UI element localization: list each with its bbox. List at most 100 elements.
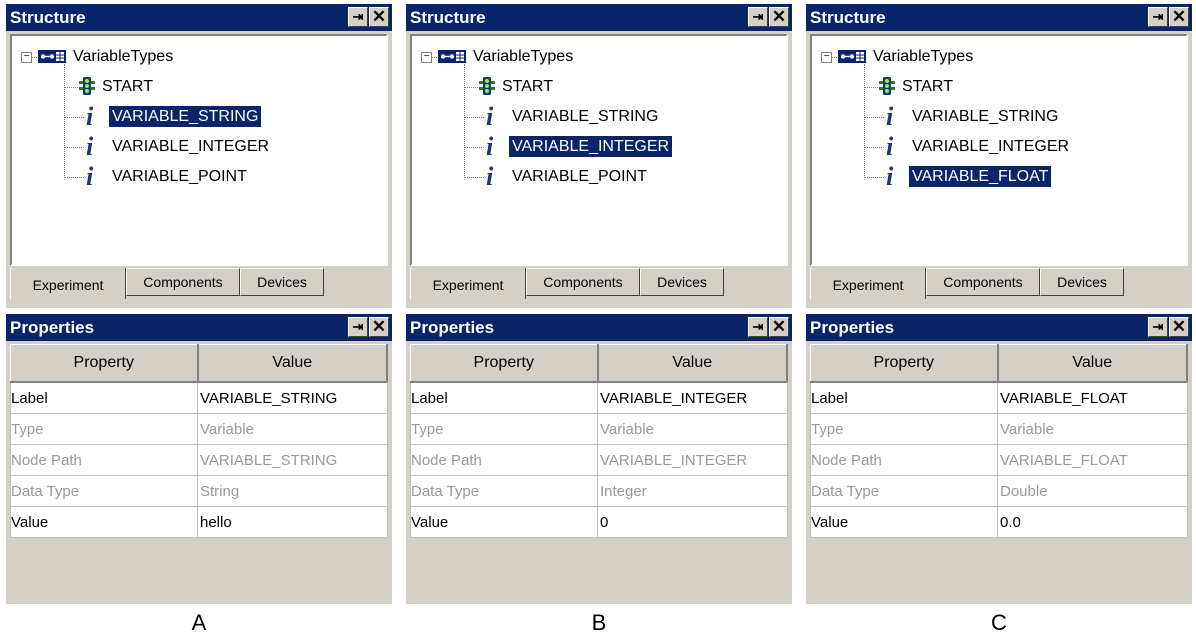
table-row[interactable]: Node Path VARIABLE_FLOAT [810, 444, 1188, 476]
property-value-cell[interactable]: hello [197, 506, 388, 538]
pin-icon[interactable]: ⇥ [348, 317, 368, 337]
properties-titlebar: Properties ⇥ ✕ [6, 314, 392, 341]
tree-node-start[interactable]: START [899, 74, 956, 100]
property-value-cell: Variable [597, 413, 788, 445]
structure-title: Structure [10, 8, 86, 27]
column-header-value[interactable]: Value [597, 344, 788, 383]
close-icon[interactable]: ✕ [1169, 317, 1189, 337]
close-icon[interactable]: ✕ [769, 7, 789, 27]
tree-node-variable[interactable]: VARIABLE_STRING [509, 104, 661, 130]
column-header-value[interactable]: Value [997, 344, 1188, 383]
column-header-property[interactable]: Property [10, 344, 199, 383]
tree-root-node[interactable]: VariableTypes [470, 44, 576, 70]
table-row[interactable]: Data Type Double [810, 475, 1188, 507]
pin-icon[interactable]: ⇥ [1148, 7, 1168, 27]
property-value-cell: Variable [197, 413, 388, 445]
variable-info-icon: i [86, 102, 94, 131]
structure-title: Structure [810, 8, 886, 27]
table-row[interactable]: Value 0.0 [810, 506, 1188, 538]
tree-root-node[interactable]: VariableTypes [70, 44, 176, 70]
table-row[interactable]: Label VARIABLE_STRING [10, 381, 388, 414]
properties-grid: Property Value Label VARIABLE_STRING Type V… [10, 344, 388, 538]
tree-node-variable[interactable]: VARIABLE_STRING [909, 104, 1061, 130]
tree-node-variable[interactable]: VARIABLE_FLOAT [909, 164, 1052, 190]
component-icon [38, 50, 66, 63]
tab-devices[interactable]: Devices [240, 268, 324, 296]
table-row[interactable]: Label VARIABLE_INTEGER [410, 381, 788, 414]
table-row[interactable]: Label VARIABLE_FLOAT [810, 381, 1188, 414]
table-row[interactable]: Node Path VARIABLE_STRING [10, 444, 388, 476]
property-value-cell[interactable]: 0 [597, 506, 788, 538]
column-a: Structure ⇥ ✕ − VariableTypes START i VA… [6, 0, 392, 639]
variable-info-icon: i [886, 132, 894, 161]
property-name-cell: Node Path [810, 444, 998, 476]
property-value-cell: String [197, 475, 388, 507]
tab-devices[interactable]: Devices [1040, 268, 1124, 296]
pin-icon[interactable]: ⇥ [1148, 317, 1168, 337]
panel-caption: B [591, 610, 607, 635]
tab-experiment[interactable]: Experiment [810, 268, 926, 299]
property-value-cell[interactable]: 0.0 [997, 506, 1188, 538]
property-value-cell: VARIABLE_FLOAT [997, 444, 1188, 476]
start-traffic-light-icon [479, 77, 495, 95]
tree-node-variable[interactable]: VARIABLE_STRING [109, 104, 262, 130]
tree-node-start[interactable]: START [499, 74, 556, 100]
table-row[interactable]: Type Variable [810, 413, 1188, 445]
structure-tree[interactable]: − VariableTypes START i VARIABLE_STRING … [810, 34, 1188, 266]
property-name-cell: Type [410, 413, 598, 445]
structure-titlebar: Structure ⇥ ✕ [6, 4, 392, 31]
property-name-cell: Node Path [10, 444, 198, 476]
close-icon[interactable]: ✕ [1169, 7, 1189, 27]
start-traffic-light-icon [879, 77, 895, 95]
start-traffic-light-icon [79, 77, 95, 95]
property-name-cell: Node Path [410, 444, 598, 476]
property-name-cell: Data Type [10, 475, 198, 507]
tab-experiment[interactable]: Experiment [410, 268, 526, 299]
property-name-cell: Value [810, 506, 998, 538]
table-row[interactable]: Node Path VARIABLE_INTEGER [410, 444, 788, 476]
tab-experiment[interactable]: Experiment [10, 268, 126, 299]
variable-info-icon: i [86, 162, 94, 191]
close-icon[interactable]: ✕ [369, 317, 389, 337]
table-row[interactable]: Data Type Integer [410, 475, 788, 507]
property-value-cell: VARIABLE_STRING [197, 444, 388, 476]
close-icon[interactable]: ✕ [769, 317, 789, 337]
properties-title: Properties [10, 318, 95, 337]
pin-icon[interactable]: ⇥ [348, 7, 368, 27]
variable-info-icon: i [486, 162, 494, 191]
tree-node-variable[interactable]: VARIABLE_INTEGER [909, 134, 1072, 160]
properties-titlebar: Properties ⇥ ✕ [806, 314, 1192, 341]
table-row[interactable]: Type Variable [410, 413, 788, 445]
property-value-cell[interactable]: VARIABLE_STRING [197, 381, 388, 414]
table-row[interactable]: Value hello [10, 506, 388, 538]
tree-node-start[interactable]: START [99, 74, 156, 100]
tree-root-node[interactable]: VariableTypes [870, 44, 976, 70]
table-row[interactable]: Data Type String [10, 475, 388, 507]
column-header-property[interactable]: Property [410, 344, 599, 383]
tree-node-variable[interactable]: VARIABLE_INTEGER [509, 134, 673, 160]
structure-tree[interactable]: − VariableTypes START i VARIABLE_STRING … [410, 34, 788, 266]
tree-node-variable[interactable]: VARIABLE_INTEGER [109, 134, 272, 160]
pin-icon[interactable]: ⇥ [748, 317, 768, 337]
property-name-cell: Value [410, 506, 598, 538]
pin-icon[interactable]: ⇥ [748, 7, 768, 27]
property-name-cell: Type [10, 413, 198, 445]
tab-components[interactable]: Components [526, 268, 640, 296]
property-value-cell: Double [997, 475, 1188, 507]
property-value-cell[interactable]: VARIABLE_FLOAT [997, 381, 1188, 414]
table-row[interactable]: Value 0 [410, 506, 788, 538]
tab-components[interactable]: Components [126, 268, 240, 296]
table-row[interactable]: Type Variable [10, 413, 388, 445]
column-header-property[interactable]: Property [810, 344, 999, 383]
column-b: Structure ⇥ ✕ − VariableTypes START i VA… [406, 0, 792, 639]
tree-node-variable[interactable]: VARIABLE_POINT [509, 164, 650, 190]
property-value-cell[interactable]: VARIABLE_INTEGER [597, 381, 788, 414]
column-header-value[interactable]: Value [197, 344, 388, 383]
property-name-cell: Data Type [810, 475, 998, 507]
tree-node-variable[interactable]: VARIABLE_POINT [109, 164, 250, 190]
properties-panel: Properties ⇥ ✕ Property Value Label VARIA… [806, 314, 1192, 604]
structure-tree[interactable]: − VariableTypes START i VARIABLE_STRING … [10, 34, 388, 266]
tab-components[interactable]: Components [926, 268, 1040, 296]
close-icon[interactable]: ✕ [369, 7, 389, 27]
tab-devices[interactable]: Devices [640, 268, 724, 296]
